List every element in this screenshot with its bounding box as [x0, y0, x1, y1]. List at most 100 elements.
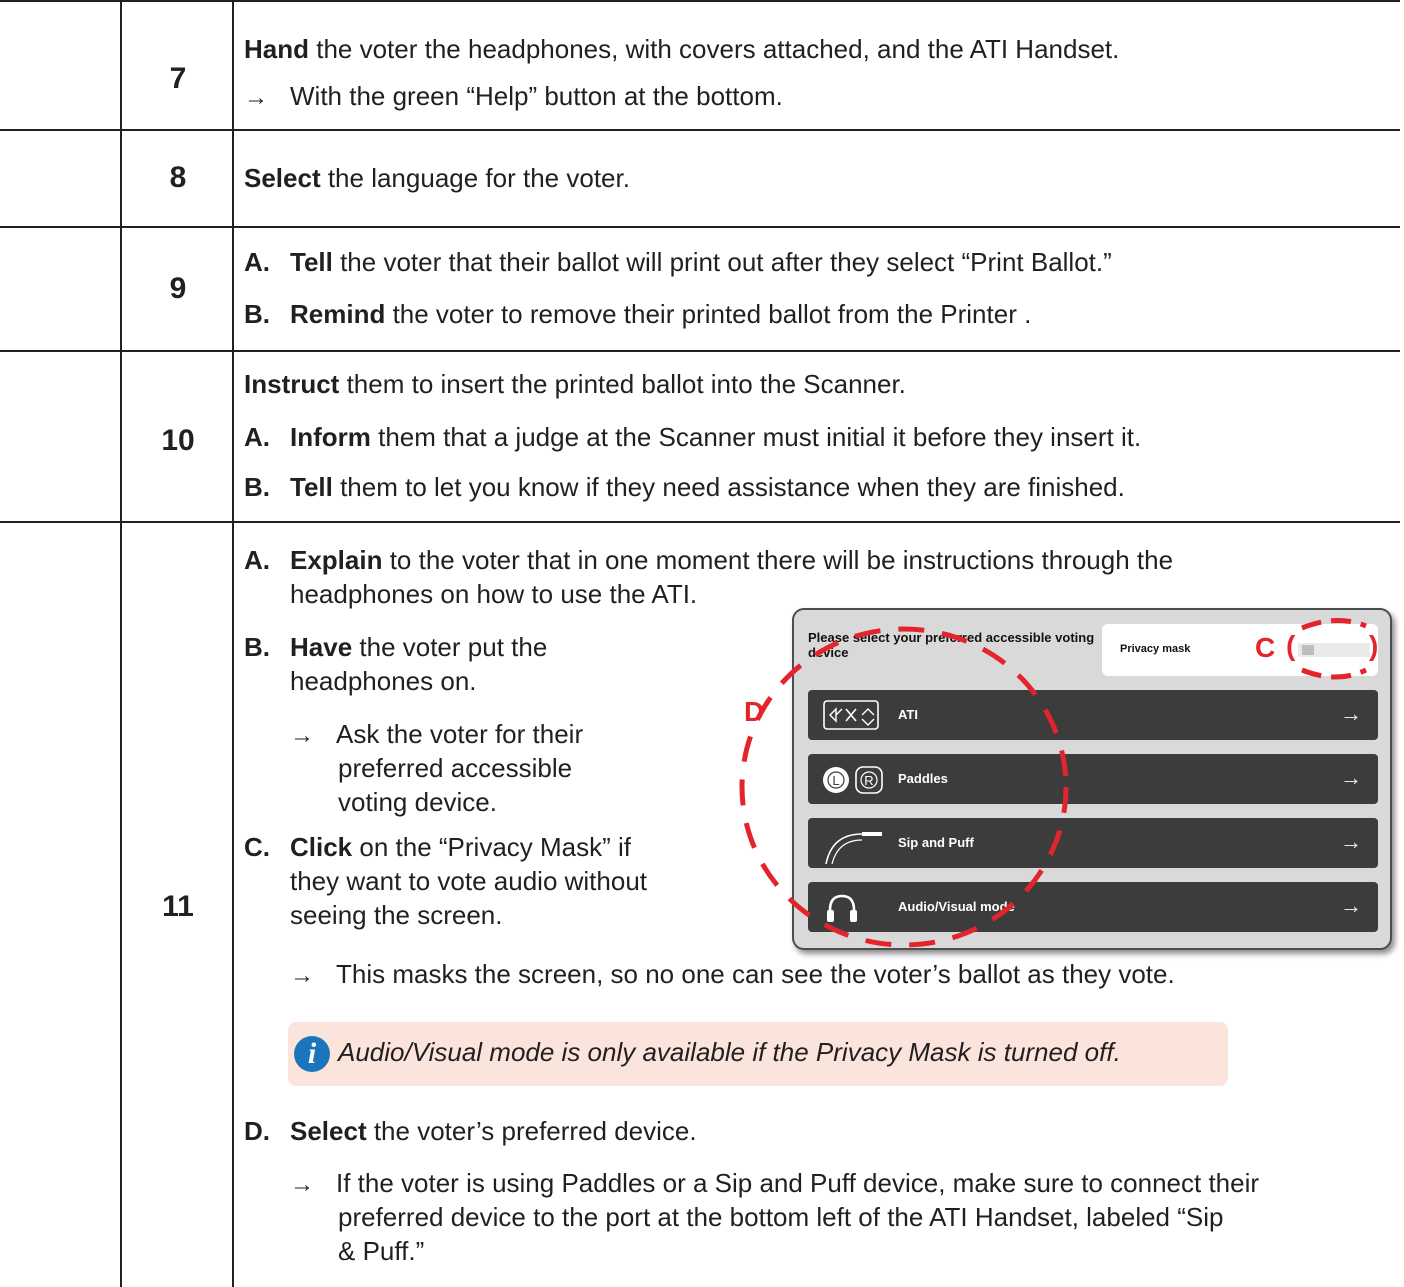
step-number: 11 [162, 890, 194, 923]
step-substep: → This masks the screen, so no one can se… [290, 957, 1175, 993]
step-verb: Click [290, 832, 353, 862]
step-number: 10 [161, 424, 195, 457]
step-substep: A. Tell the voter that their ballot will … [244, 245, 1112, 279]
arrow-icon: → [244, 84, 268, 111]
step-verb: Remind [290, 299, 386, 329]
step-verb: Select [290, 1116, 367, 1146]
arrow-icon: → [290, 722, 314, 749]
step-text: With the green “Help” button at the bott… [290, 81, 783, 111]
info-icon: i [294, 1036, 330, 1072]
sip-puff-icon [825, 832, 882, 864]
arrow-right-icon: → [1340, 701, 1362, 726]
privacy-mask-label: Privacy mask [1120, 643, 1191, 655]
screen-title: Please select your preferred accessible … [808, 630, 1095, 660]
device-option-ati[interactable]: ATI → [808, 690, 1378, 740]
ati-handset-icon [823, 700, 879, 730]
arrow-right-icon: → [1340, 893, 1362, 918]
device-label: Audio/Visual mode [898, 899, 1015, 914]
step-text: them to let you know if they need assist… [332, 472, 1125, 502]
step-number: 9 [169, 272, 187, 305]
substep-label: A. [244, 247, 270, 277]
step-text-continued: seeing the screen. [290, 900, 503, 930]
step-substep: → If the voter is using Paddles or a Sip … [290, 1166, 1259, 1202]
arrow-right-icon: → [1340, 829, 1362, 854]
row-divider [0, 0, 1400, 2]
step-text-continued: preferred accessible [338, 753, 573, 783]
step-verb: Explain [290, 545, 383, 575]
paddle-right-letter: R [864, 773, 873, 788]
device-label: Paddles [898, 771, 948, 786]
substep-label: A. [244, 422, 270, 452]
step-text: Ask the voter for their [336, 719, 584, 749]
substep-label: D. [244, 1116, 270, 1146]
paddle-left-letter: L [832, 773, 839, 788]
device-label: Sip and Puff [898, 835, 974, 850]
device-label: ATI [898, 707, 918, 722]
step-number: 8 [169, 161, 187, 194]
row-divider [0, 350, 1400, 352]
step-text: the voter that their ballot will print o… [332, 247, 1112, 277]
substep-label: B. [244, 632, 270, 662]
step-substep: B. Have the voter put the [244, 630, 547, 664]
arrow-icon: → [290, 1171, 314, 1198]
step-verb: Have [290, 632, 353, 662]
row-divider [0, 521, 1400, 523]
step-verb: Inform [290, 422, 371, 452]
step-text-continued: headphones on. [290, 666, 477, 696]
step-text: the voter’s preferred device. [366, 1116, 697, 1146]
step-substep: D. Select the voter’s preferred device. [244, 1114, 697, 1148]
step-text-continued: headphones on how to use the ATI. [290, 579, 698, 609]
step-text-continued: they want to vote audio without [290, 866, 648, 896]
step-text-continued: voting device. [338, 787, 497, 817]
step-verb: Hand [244, 34, 309, 64]
step-verb: Tell [290, 247, 333, 277]
step-verb: Tell [290, 472, 333, 502]
step-text: the voter to remove their printed ballot… [385, 299, 1032, 329]
step-text: This masks the screen, so no one can see… [336, 959, 1175, 989]
headphones-icon [827, 894, 857, 922]
note-text: Audio/Visual mode is only available if t… [338, 1037, 1121, 1067]
step-substep: B. Tell them to let you know if they need… [244, 470, 1125, 504]
step-text: the language for the voter. [320, 163, 630, 193]
device-option-audio-visual[interactable]: Audio/Visual mode → [808, 882, 1378, 932]
step-substep: C. Click on the “Privacy Mask” if [244, 830, 631, 864]
device-selection-screen: Please select your preferred accessible … [792, 608, 1392, 950]
arrow-icon: → [290, 962, 314, 989]
step-text: to the voter that in one moment there wi… [382, 545, 1174, 575]
step-text: If the voter is using Paddles or a Sip a… [336, 1168, 1260, 1198]
toggle-knob [1302, 645, 1314, 655]
step-text: them to insert the printed ballot into t… [339, 369, 906, 399]
callout-c-close-paren: ) [1369, 630, 1379, 661]
row-divider [0, 226, 1400, 228]
step-instruction: Select the language for the voter. [244, 161, 630, 195]
step-instruction: Instruct them to insert the printed ball… [244, 367, 906, 401]
info-note: i Audio/Visual mode is only available if… [288, 1022, 1228, 1086]
step-text-continued: preferred device to the port at the bott… [338, 1202, 1224, 1232]
privacy-mask-toggle[interactable] [1298, 643, 1370, 657]
step-text-continued: & Puff.” [338, 1236, 425, 1266]
step-substep: B. Remind the voter to remove their print… [244, 297, 1031, 331]
step-text: on the “Privacy Mask” if [352, 832, 632, 862]
substep-label: B. [244, 472, 270, 502]
step-substep: → With the green “Help” button at the bot… [244, 79, 783, 115]
substep-label: B. [244, 299, 270, 329]
callout-c-label: C [1255, 632, 1276, 663]
privacy-mask-panel[interactable]: Privacy mask [1102, 624, 1378, 676]
step-instruction: Hand the voter the headphones, with cove… [244, 32, 1119, 66]
step-verb: Instruct [244, 369, 340, 399]
arrow-right-icon: → [1340, 765, 1362, 790]
step-text: them that a judge at the Scanner must in… [370, 422, 1142, 452]
step-substep: A. Inform them that a judge at the Scanne… [244, 420, 1141, 454]
substep-label: C. [244, 832, 270, 862]
paddles-icon: L R [823, 766, 883, 794]
row-divider [0, 129, 1400, 131]
callout-d-label: D [744, 696, 765, 727]
device-option-sip-and-puff[interactable]: Sip and Puff → [808, 818, 1378, 868]
device-option-paddles[interactable]: L R Paddles → [808, 754, 1378, 804]
step-substep: → Ask the voter for their [290, 717, 583, 753]
substep-label: A. [244, 545, 270, 575]
callout-c-open-paren: ( [1286, 630, 1296, 661]
step-verb: Select [244, 163, 321, 193]
step-text: the voter put the [352, 632, 548, 662]
step-text: the voter the headphones, with covers at… [309, 34, 1120, 64]
